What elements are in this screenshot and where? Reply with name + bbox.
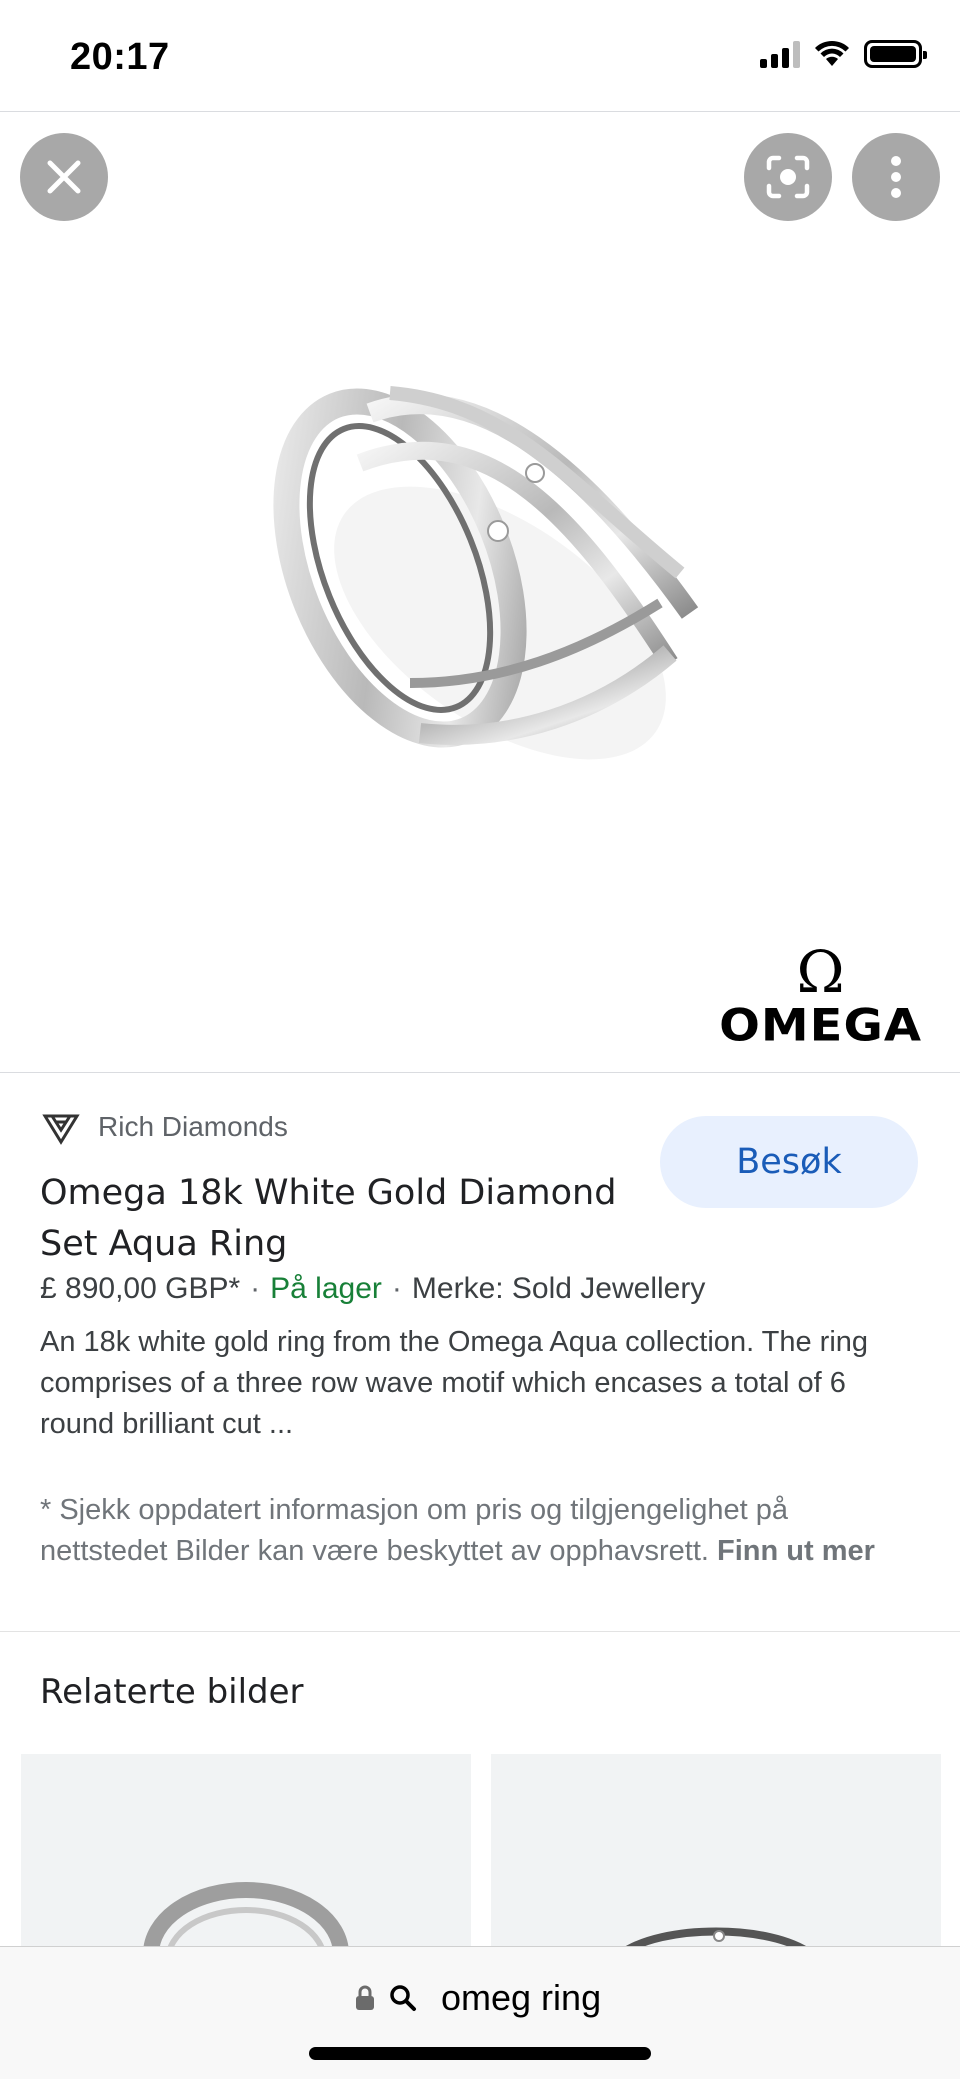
search-icon [390,1985,416,2011]
learn-more-link[interactable]: Finn ut mer [717,1535,875,1567]
battery-icon [864,40,927,68]
lock-icon [356,1985,374,2010]
product-image-viewer: Ω OMEGA [0,113,960,1073]
product-price: £ 890,00 GBP* [40,1272,241,1305]
copyright-note-text: * Sjekk oppdatert informasjon om pris og… [40,1494,788,1567]
product-info-panel: Rich Diamonds Besøk Omega 18k White Gold… [0,1074,960,1632]
omega-symbol: Ω [796,938,845,1006]
lens-search-button[interactable] [744,133,832,221]
separator-dot: · [250,1272,261,1305]
related-image-thumbnail[interactable] [491,1754,941,1954]
status-bar: 20:17 [0,0,960,112]
source-link[interactable]: Rich Diamonds [42,1108,288,1146]
close-icon [47,160,81,194]
copyright-note: * Sjekk oppdatert informasjon om pris og… [40,1490,920,1572]
wifi-icon [815,40,849,66]
product-title[interactable]: Omega 18k White Gold Diamond Set Aqua Ri… [40,1168,640,1270]
close-button[interactable] [20,133,108,221]
ring-thumbnail-image [618,1927,814,1954]
omega-wordmark: OMEGA [719,1000,922,1052]
source-name: Rich Diamonds [98,1111,288,1142]
related-image-thumbnail[interactable] [21,1754,471,1954]
ring-product-image [273,386,699,760]
product-description: An 18k white gold ring from the Omega Aq… [40,1326,869,1440]
stock-status: På lager [270,1272,382,1305]
omega-logo: Ω OMEGA [719,943,922,1051]
cellular-signal-icon [760,40,800,68]
more-options-button[interactable] [852,133,940,221]
separator-dot: · [391,1272,402,1305]
product-meta: £ 890,00 GBP* · På lager · Merke: Sold Jewel… [40,1272,705,1306]
visit-button[interactable]: Besøk [660,1116,918,1208]
address-field[interactable]: omeg ring [355,1977,601,2019]
ring-thumbnail-image [143,1882,349,1954]
more-vert-icon [891,156,901,198]
status-icons [760,40,927,68]
product-brand: Merke: Sold Jewellery [411,1272,706,1305]
address-query: omeg ring [441,1977,602,2018]
home-indicator [309,2047,651,2060]
browser-address-bar: omeg ring [0,1946,960,2079]
status-time: 20:17 [70,36,170,78]
lens-icon [766,155,810,199]
related-images-heading: Relaterte bilder [40,1672,304,1712]
rich-diamonds-logo-icon [42,1114,80,1145]
